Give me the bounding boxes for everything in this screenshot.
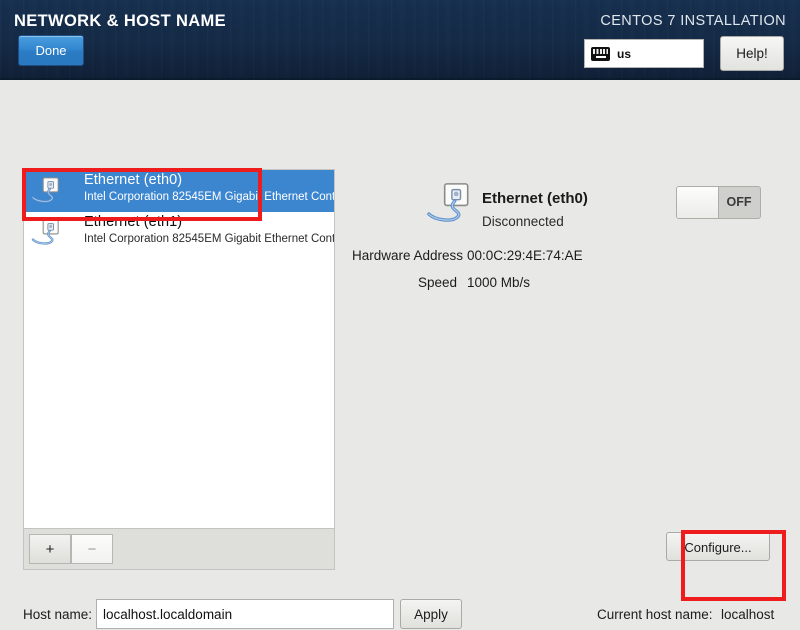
keyboard-layout-label: us — [617, 46, 632, 61]
page-title: NETWORK & HOST NAME — [14, 12, 226, 30]
list-item-name: Ethernet (eth0) — [84, 172, 183, 188]
device-power-toggle[interactable]: OFF — [676, 186, 761, 219]
list-item[interactable]: Ethernet (eth0) Intel Corporation 82545E… — [24, 170, 334, 212]
wired-network-icon — [31, 219, 59, 245]
current-hostname-label: Current host name: — [597, 607, 713, 622]
add-device-button[interactable]: + — [29, 534, 71, 564]
network-device-list[interactable]: Ethernet (eth0) Intel Corporation 82545E… — [23, 169, 335, 528]
toggle-state-label: OFF — [726, 195, 752, 209]
remove-device-button[interactable]: − — [71, 534, 113, 564]
device-detail-title: Ethernet (eth0) — [482, 190, 588, 207]
wired-network-icon — [31, 177, 59, 203]
help-button[interactable]: Help! — [720, 36, 784, 71]
hardware-address-value: 00:0C:29:4E:74:AE — [467, 248, 583, 263]
speed-value: 1000 Mb/s — [467, 275, 531, 290]
current-hostname-value: localhost — [721, 607, 775, 622]
device-connection-status: Disconnected — [482, 214, 564, 229]
wired-network-icon — [427, 183, 469, 222]
main-content: Ethernet (eth0) Intel Corporation 82545E… — [0, 80, 800, 629]
installation-label: CENTOS 7 INSTALLATION — [600, 13, 786, 29]
hostname-input[interactable] — [96, 599, 394, 629]
list-item-name: Ethernet (eth1) — [84, 214, 183, 230]
configure-button[interactable]: Configure... — [666, 532, 770, 561]
keyboard-icon — [591, 46, 610, 61]
toggle-knob — [677, 187, 719, 218]
hostname-label: Host name: — [23, 607, 93, 622]
device-list-toolbar: + − — [23, 528, 335, 570]
keyboard-layout-indicator[interactable]: us — [584, 39, 704, 68]
done-button[interactable]: Done — [18, 35, 84, 66]
list-item[interactable]: Ethernet (eth1) Intel Corporation 82545E… — [24, 212, 334, 254]
app-header: NETWORK & HOST NAME CENTOS 7 INSTALLATIO… — [0, 0, 800, 80]
list-item-description: Intel Corporation 82545EM Gigabit Ethern… — [84, 233, 334, 245]
list-item-description: Intel Corporation 82545EM Gigabit Ethern… — [84, 191, 334, 203]
apply-button[interactable]: Apply — [400, 599, 462, 629]
